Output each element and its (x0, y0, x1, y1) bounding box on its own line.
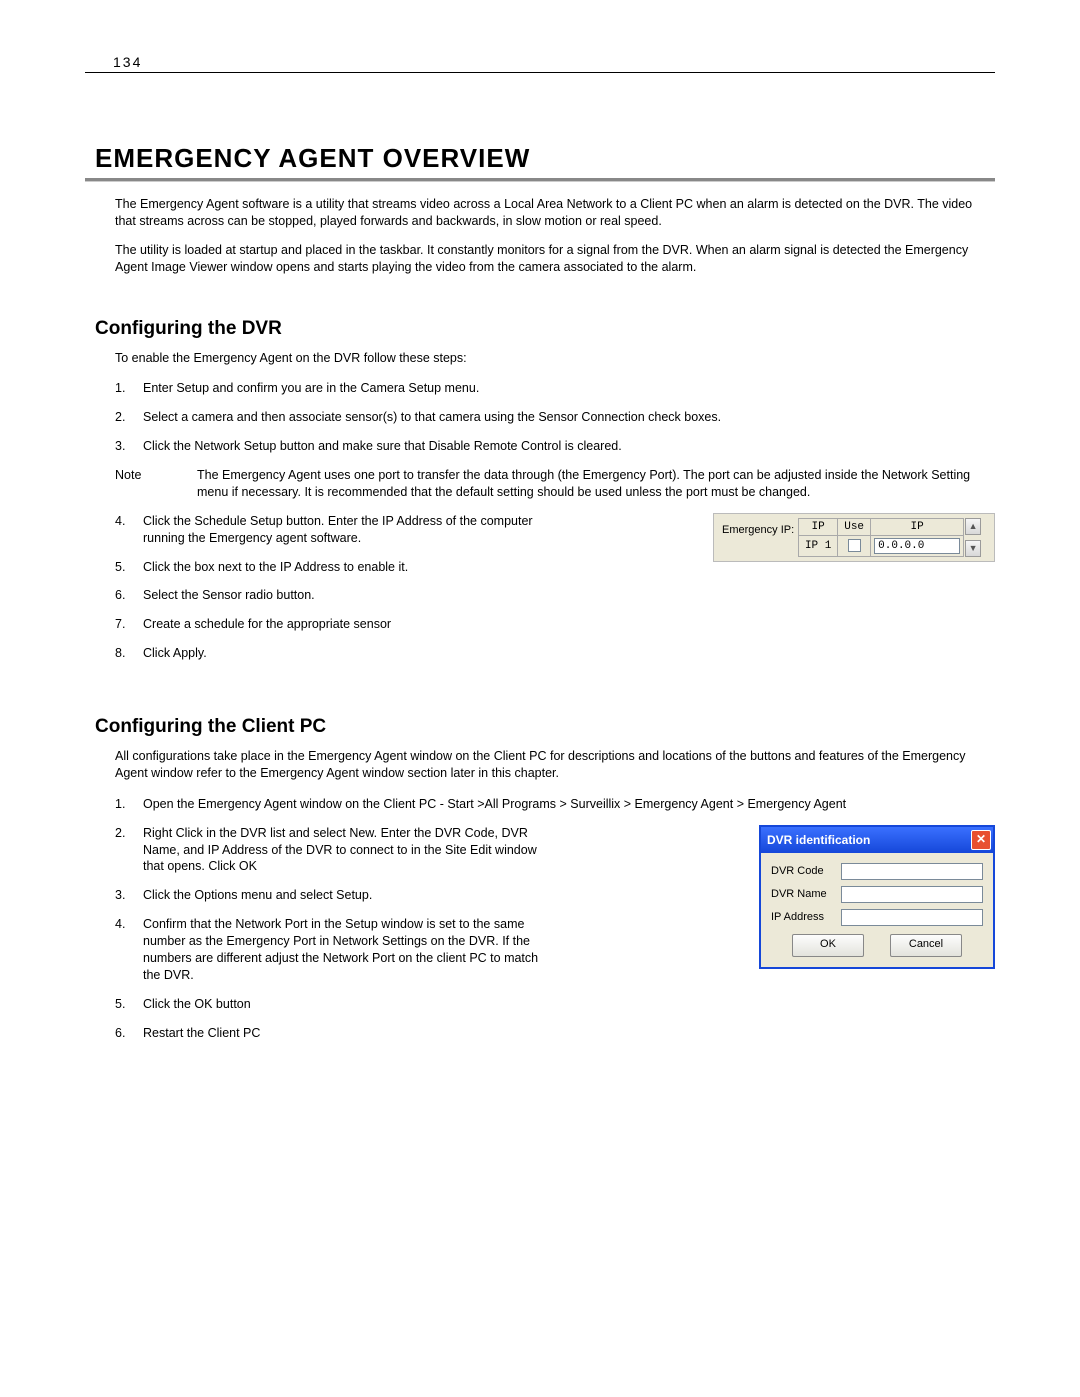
list-item: 6. Select the Sensor radio button. (115, 587, 995, 604)
list-item: 1. Enter Setup and confirm you are in th… (115, 380, 995, 397)
table-row: IP 1 0.0.0.0 (799, 535, 964, 556)
ok-button[interactable]: OK (792, 934, 864, 957)
ip-use-cell (838, 535, 871, 556)
label-ip-address: IP Address (771, 911, 841, 923)
dvr-identification-dialog: DVR identification ✕ DVR Code DVR Name I… (759, 825, 995, 969)
field-row-dvr-name: DVR Name (771, 886, 983, 903)
scroll-down-button[interactable]: ▼ (965, 540, 981, 557)
list-item: 4. Confirm that the Network Port in the … (115, 916, 743, 984)
dialog-titlebar: DVR identification ✕ (761, 827, 993, 853)
list-item: 2. Select a camera and then associate se… (115, 409, 995, 426)
list-item: 3. Click the Network Setup button and ma… (115, 438, 995, 455)
section-heading-dvr: Configuring the DVR (95, 318, 995, 340)
emergency-ip-scrollbar: ▲ ▼ (965, 518, 981, 557)
dialog-title-text: DVR identification (767, 833, 870, 847)
ip-row-label: IP 1 (799, 535, 838, 556)
section-intro-dvr: To enable the Emergency Agent on the DVR… (85, 350, 995, 367)
list-item: 3. Click the Options menu and select Set… (115, 887, 743, 904)
list-item: 8. Click Apply. (115, 645, 995, 662)
col-header-ip-value: IP (871, 518, 964, 535)
heading-rule (85, 178, 995, 182)
list-item: 4. Click the Schedule Setup button. Ente… (115, 513, 697, 547)
note-text: The Emergency Agent uses one port to tra… (197, 467, 995, 501)
list-item: 6. Restart the Client PC (115, 1025, 995, 1042)
scroll-up-button[interactable]: ▲ (965, 518, 981, 535)
ip-value-cell: 0.0.0.0 (871, 535, 964, 556)
ip-value-input[interactable]: 0.0.0.0 (874, 538, 960, 554)
page-number: 134 (85, 54, 995, 72)
label-dvr-code: DVR Code (771, 865, 841, 877)
list-item: 1. Open the Emergency Agent window on th… (115, 796, 995, 813)
input-dvr-name[interactable] (841, 886, 983, 903)
note-row: Note The Emergency Agent uses one port t… (115, 467, 995, 501)
col-header-ip: IP (799, 518, 838, 535)
emergency-ip-label: Emergency IP: (722, 518, 798, 536)
emergency-ip-widget: Emergency IP: IP Use IP IP 1 0.0.0. (713, 513, 995, 562)
top-rule (85, 72, 995, 73)
list-item: 5. Click the box next to the IP Address … (115, 559, 697, 576)
list-item: 2. Right Click in the DVR list and selec… (115, 825, 743, 876)
main-heading: EMERGENCY AGENT OVERVIEW (95, 143, 995, 174)
label-dvr-name: DVR Name (771, 888, 841, 900)
dvr-steps-a: 1. Enter Setup and confirm you are in th… (85, 380, 995, 500)
close-button[interactable]: ✕ (971, 830, 991, 850)
input-ip-address[interactable] (841, 909, 983, 926)
client-step-1: 1. Open the Emergency Agent window on th… (85, 796, 995, 813)
col-header-use: Use (838, 518, 871, 535)
input-dvr-code[interactable] (841, 863, 983, 880)
field-row-dvr-code: DVR Code (771, 863, 983, 880)
intro-paragraph-1: The Emergency Agent software is a utilit… (85, 196, 995, 230)
cancel-button[interactable]: Cancel (890, 934, 962, 957)
list-item: 7. Create a schedule for the appropriate… (115, 616, 995, 633)
field-row-ip-address: IP Address (771, 909, 983, 926)
list-item: 5. Click the OK button (115, 996, 995, 1013)
emergency-ip-table: IP Use IP IP 1 0.0.0.0 (798, 518, 964, 557)
section-heading-client: Configuring the Client PC (95, 716, 995, 738)
note-label: Note (115, 467, 197, 501)
ip-use-checkbox[interactable] (848, 539, 861, 552)
section-intro-client: All configurations take place in the Eme… (85, 748, 995, 782)
intro-paragraph-2: The utility is loaded at startup and pla… (85, 242, 995, 276)
